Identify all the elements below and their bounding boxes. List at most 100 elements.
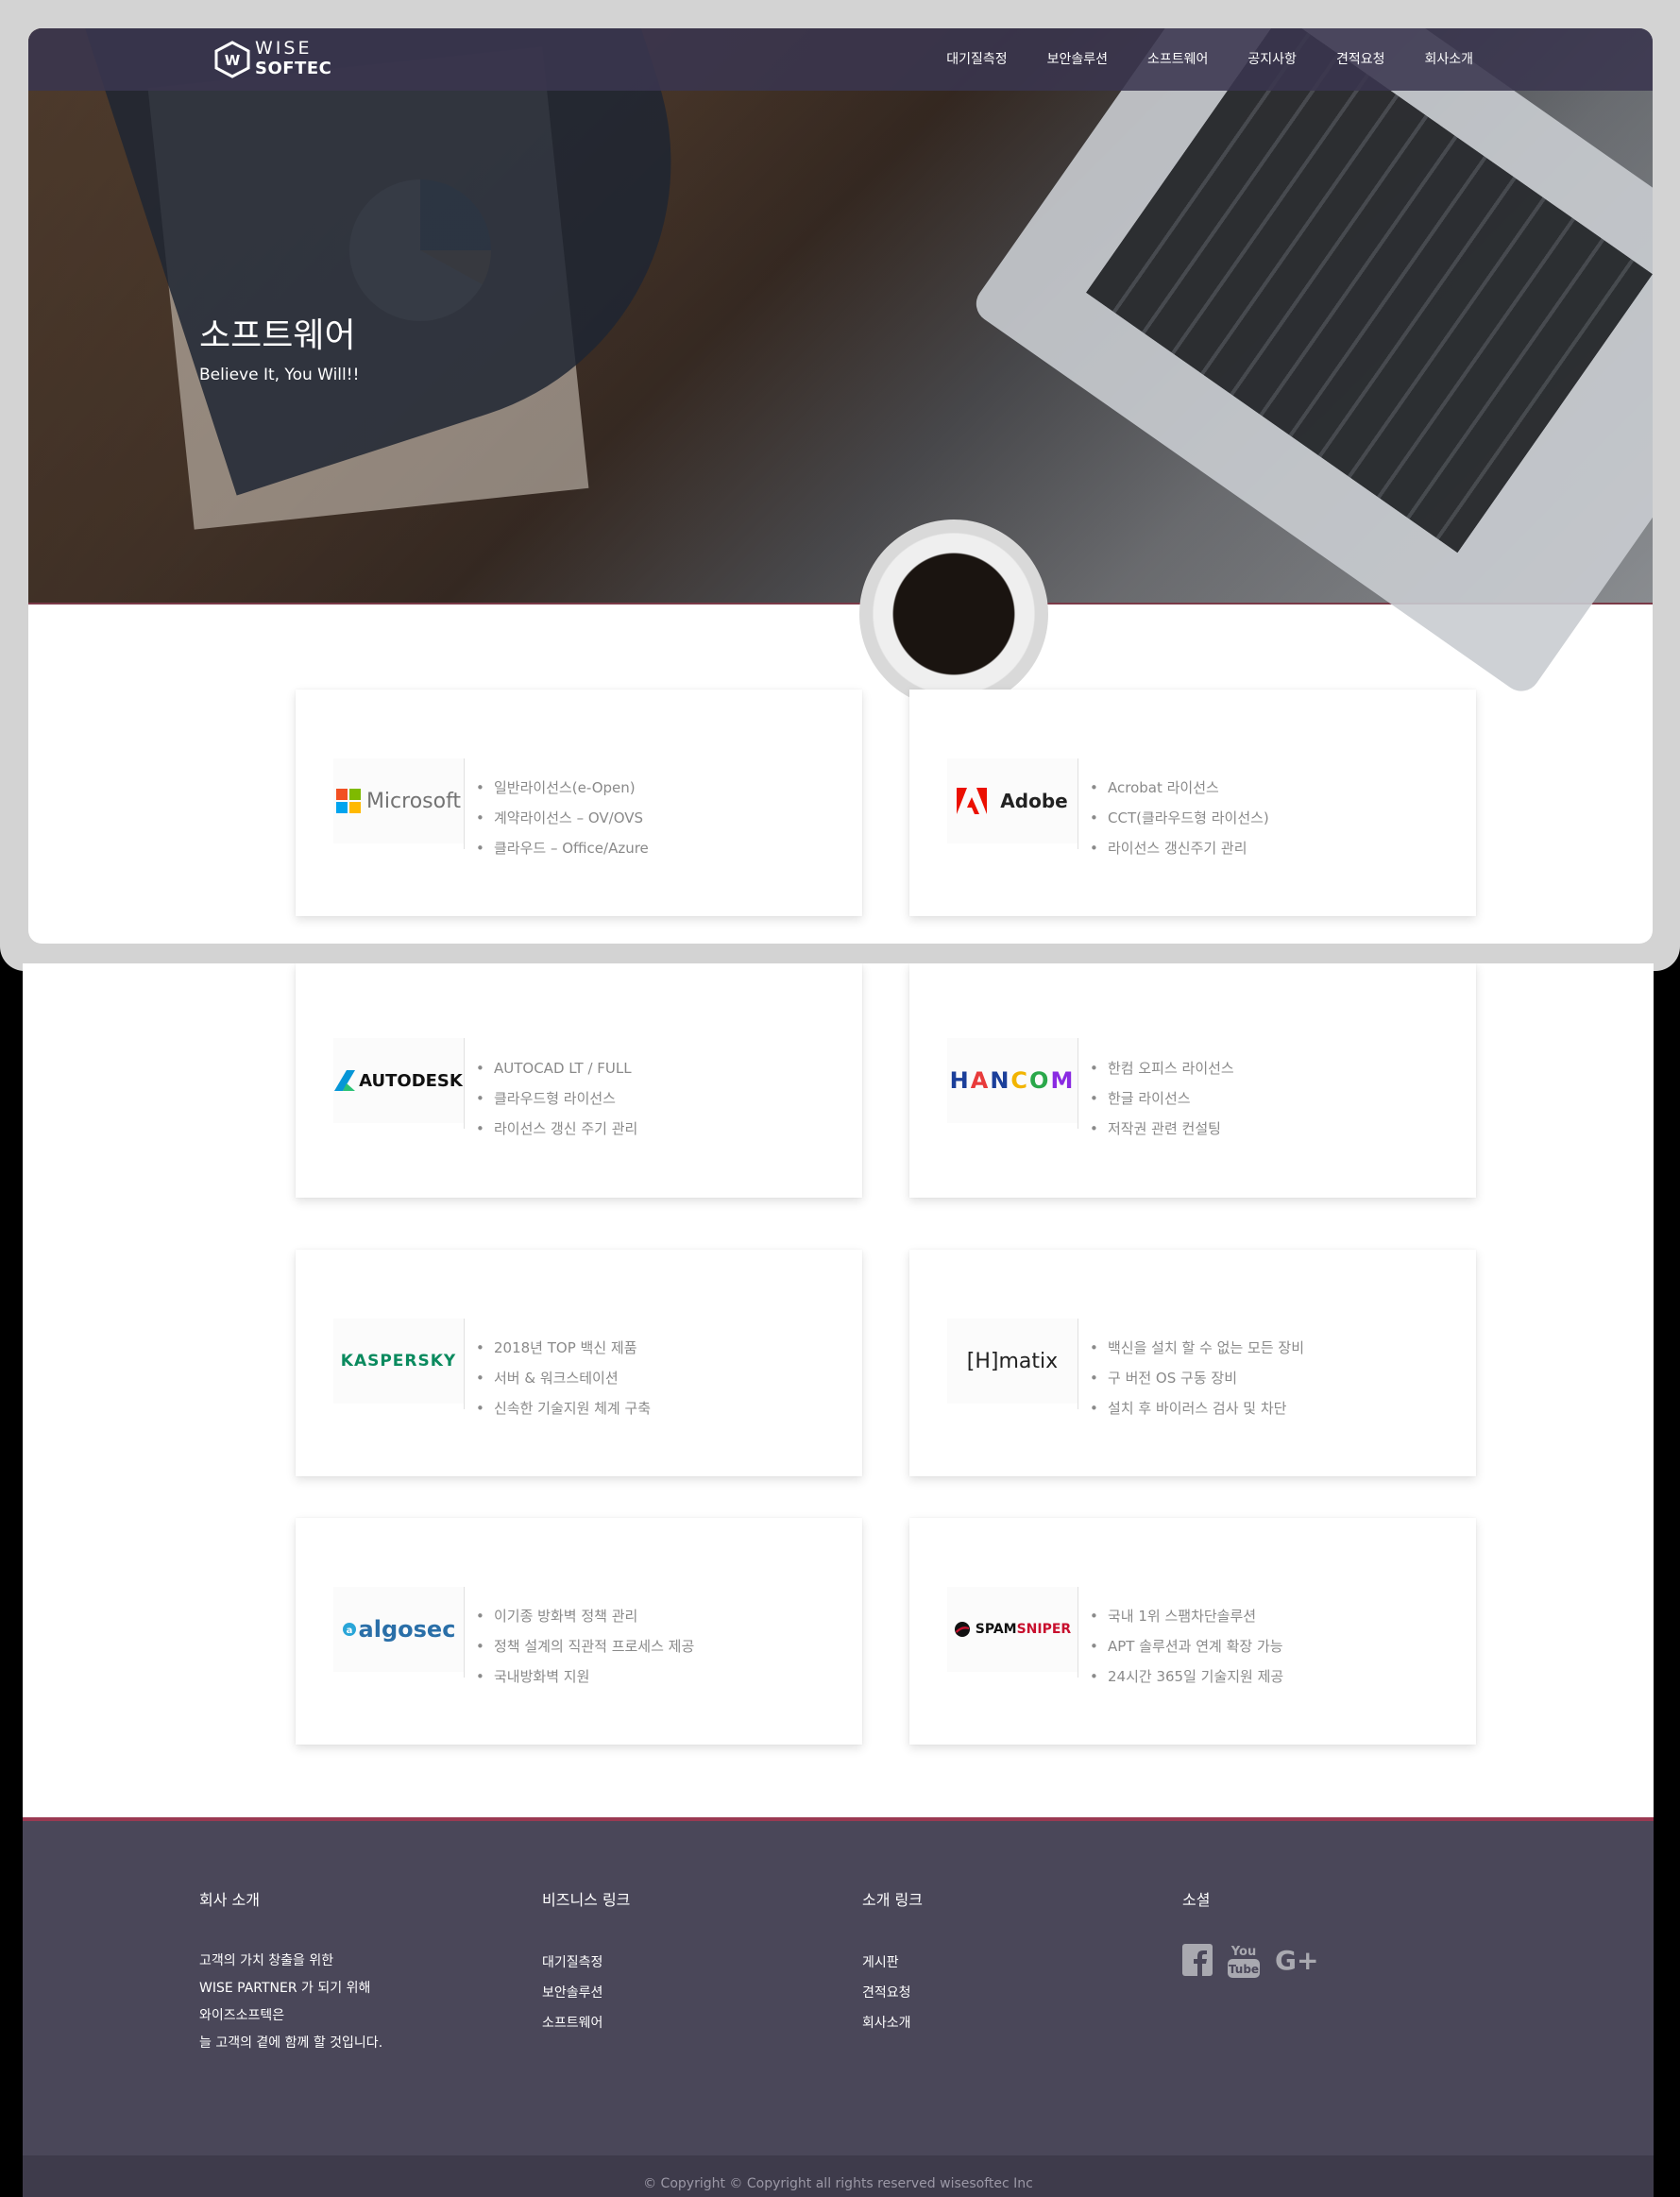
- hancom-logo-text: HANCOM: [949, 1067, 1076, 1094]
- site-logo[interactable]: W WISE SOFTEC: [213, 37, 336, 82]
- feature-list: 이기종 방화벽 정책 관리 정책 설계의 직관적 프로세스 제공 국내방화벽 지…: [471, 1601, 694, 1692]
- page-title: 소프트웨어: [199, 316, 356, 355]
- adobe-logo: Adobe: [947, 758, 1078, 843]
- feature-item: 신속한 기술지원 체계 구축: [476, 1393, 651, 1423]
- feature-item: 국내방화벽 지원: [476, 1661, 694, 1692]
- spamsniper-logo-text: SPAMSNIPER: [975, 1622, 1072, 1637]
- product-card-hancom: HANCOM 한컴 오피스 라이선스 한글 라이선스 저작권 관련 컨설팅: [909, 963, 1476, 1198]
- svg-text:W: W: [225, 52, 241, 69]
- feature-item: 구 버전 OS 구동 장비: [1090, 1363, 1304, 1393]
- footer-about-title: 회사 소개: [199, 1891, 260, 1909]
- footer-about: 회사 소개 고객의 가치 창출을 위한 WISE PARTNER 가 되기 위해…: [199, 1887, 382, 2057]
- microsoft-windows-icon: [335, 789, 361, 813]
- product-card-autodesk: AUTODESK AUTOCAD LT / FULL 클라우드형 라이선스 라이…: [296, 963, 862, 1198]
- footer-link-security[interactable]: 보안솔루션: [542, 1978, 630, 2008]
- footer-social: 소셜 You Tube G+: [1182, 1887, 1320, 1978]
- feature-item: Acrobat 라이선스: [1090, 773, 1269, 803]
- footer-about-line: 와이즈소프텍은: [199, 2008, 285, 2023]
- autodesk-a-icon: [334, 1070, 356, 1091]
- feature-item: 설치 후 바이러스 검사 및 차단: [1090, 1393, 1304, 1423]
- hmatix-logo: [H]matix: [947, 1319, 1078, 1404]
- feature-item: 정책 설계의 직관적 프로세스 제공: [476, 1631, 694, 1661]
- algosec-logo: a algosec: [333, 1587, 464, 1672]
- menu-item-air-quality[interactable]: 대기질측정: [946, 49, 1007, 68]
- feature-item: 저작권 관련 컨설팅: [1090, 1114, 1234, 1144]
- google-plus-icon[interactable]: G+: [1275, 1946, 1320, 1974]
- facebook-icon[interactable]: [1182, 1944, 1213, 1976]
- top-navbar: W WISE SOFTEC 대기질측정 보안솔루션 소프트웨어 공지사항 견적요…: [28, 28, 1653, 91]
- feature-item: CCT(클라우드형 라이선스): [1090, 803, 1269, 833]
- feature-list: Acrobat 라이선스 CCT(클라우드형 라이선스) 라이선스 갱신주기 관…: [1085, 773, 1269, 863]
- adobe-a-icon: [957, 788, 988, 814]
- footer-about-line: WISE PARTNER 가 되기 위해: [199, 1981, 371, 1996]
- footer-link-air-quality[interactable]: 대기질측정: [542, 1948, 630, 1978]
- algosec-a-icon: a: [342, 1623, 356, 1636]
- kaspersky-logo-text: KASPERSKY: [340, 1352, 457, 1371]
- youtube-icon[interactable]: You Tube: [1228, 1942, 1260, 1978]
- menu-item-security[interactable]: 보안솔루션: [1047, 49, 1108, 68]
- feature-item: 24시간 365일 기술지원 제공: [1090, 1661, 1283, 1692]
- feature-item: 한글 라이선스: [1090, 1083, 1234, 1114]
- feature-item: 계약라이선스 – OV/OVS: [476, 803, 649, 833]
- footer-link-software[interactable]: 소프트웨어: [542, 2008, 630, 2038]
- feature-list: 국내 1위 스팸차단솔루션 APT 솔루션과 연계 확장 가능 24시간 365…: [1085, 1601, 1283, 1692]
- feature-item: 2018년 TOP 백신 제품: [476, 1333, 651, 1363]
- hancom-logo: HANCOM: [947, 1038, 1078, 1123]
- feature-list: 일반라이선스(e-Open) 계약라이선스 – OV/OVS 클라우드 – Of…: [471, 773, 649, 863]
- menu-item-quote[interactable]: 견적요청: [1336, 49, 1385, 68]
- feature-item: 이기종 방화벽 정책 관리: [476, 1601, 694, 1631]
- viewport: W WISE SOFTEC 대기질측정 보안솔루션 소프트웨어 공지사항 견적요…: [28, 28, 1653, 944]
- svg-text:You: You: [1230, 1945, 1256, 1959]
- menu-item-notice[interactable]: 공지사항: [1247, 49, 1297, 68]
- feature-list: 2018년 TOP 백신 제품 서버 & 워크스테이션 신속한 기술지원 체계 …: [471, 1333, 651, 1423]
- spamsniper-ball-icon: [954, 1622, 970, 1637]
- hero-banner: W WISE SOFTEC 대기질측정 보안솔루션 소프트웨어 공지사항 견적요…: [28, 28, 1653, 708]
- feature-item: 서버 & 워크스테이션: [476, 1363, 651, 1393]
- product-card-adobe: Adobe Acrobat 라이선스 CCT(클라우드형 라이선스) 라이선스 …: [909, 690, 1476, 916]
- spamsniper-logo: SPAMSNIPER: [947, 1587, 1078, 1672]
- footer-business-title: 비즈니스 링크: [542, 1891, 631, 1909]
- menu-item-software[interactable]: 소프트웨어: [1147, 49, 1208, 68]
- feature-item: AUTOCAD LT / FULL: [476, 1053, 637, 1083]
- product-card-hmatix: [H]matix 백신을 설치 할 수 없는 모든 장비 구 버전 OS 구동 …: [909, 1250, 1476, 1476]
- feature-list: 한컴 오피스 라이선스 한글 라이선스 저작권 관련 컨설팅: [1085, 1053, 1234, 1144]
- feature-list: 백신을 설치 할 수 없는 모든 장비 구 버전 OS 구동 장비 설치 후 바…: [1085, 1333, 1304, 1423]
- feature-item: 백신을 설치 할 수 없는 모든 장비: [1090, 1333, 1304, 1363]
- feature-item: 한컴 오피스 라이선스: [1090, 1053, 1234, 1083]
- feature-item: 국내 1위 스팸차단솔루션: [1090, 1601, 1283, 1631]
- algosec-logo-text: algosec: [358, 1616, 456, 1643]
- footer-intro-links: 소개 링크 게시판 견적요청 회사소개: [862, 1887, 923, 2038]
- feature-item: APT 솔루션과 연계 확장 가능: [1090, 1631, 1283, 1661]
- footer-about-line: 고객의 가치 창출을 위한: [199, 1953, 334, 1968]
- footer-social-title: 소셜: [1182, 1891, 1211, 1909]
- footer-business-links: 비즈니스 링크 대기질측정 보안솔루션 소프트웨어: [542, 1887, 630, 2038]
- page-subtitle: Believe It, You Will!!: [199, 366, 360, 384]
- site-footer: 회사 소개 고객의 가치 창출을 위한 WISE PARTNER 가 되기 위해…: [23, 1817, 1654, 2197]
- product-card-microsoft: Microsoft 일반라이선스(e-Open) 계약라이선스 – OV/OVS…: [296, 690, 862, 916]
- hero-photo-coffee: [859, 519, 1048, 708]
- autodesk-logo-text: AUTODESK: [359, 1070, 463, 1091]
- main-menu: 대기질측정 보안솔루션 소프트웨어 공지사항 견적요청 회사소개: [907, 49, 1473, 68]
- logo-hex-icon: W: [214, 41, 250, 78]
- feature-item: 일반라이선스(e-Open): [476, 773, 649, 803]
- footer-link-quote[interactable]: 견적요청: [862, 1978, 923, 2008]
- footer-link-about[interactable]: 회사소개: [862, 2008, 923, 2038]
- feature-item: 라이선스 갱신주기 관리: [1090, 833, 1269, 863]
- product-card-kaspersky: KASPERSKY 2018년 TOP 백신 제품 서버 & 워크스테이션 신속…: [296, 1250, 862, 1476]
- kaspersky-logo: KASPERSKY: [333, 1319, 464, 1404]
- feature-item: 클라우드 – Office/Azure: [476, 833, 649, 863]
- card-divider: [464, 1319, 465, 1409]
- footer-link-board[interactable]: 게시판: [862, 1948, 923, 1978]
- hmatix-logo-text: [H]matix: [966, 1349, 1059, 1373]
- feature-list: AUTOCAD LT / FULL 클라우드형 라이선스 라이선스 갱신 주기 …: [471, 1053, 637, 1144]
- svg-text:G+: G+: [1275, 1946, 1318, 1974]
- page-below-viewport: AUTODESK AUTOCAD LT / FULL 클라우드형 라이선스 라이…: [23, 963, 1654, 2197]
- footer-about-line: 늘 고객의 곁에 함께 할 것입니다.: [199, 2035, 383, 2051]
- svg-text:Tube: Tube: [1229, 1963, 1259, 1976]
- card-divider: [464, 758, 465, 849]
- feature-item: 클라우드형 라이선스: [476, 1083, 637, 1114]
- logo-text-top: WISE: [255, 38, 313, 59]
- menu-item-about[interactable]: 회사소개: [1424, 49, 1473, 68]
- microsoft-logo-text: Microsoft: [365, 789, 462, 813]
- card-divider: [464, 1038, 465, 1129]
